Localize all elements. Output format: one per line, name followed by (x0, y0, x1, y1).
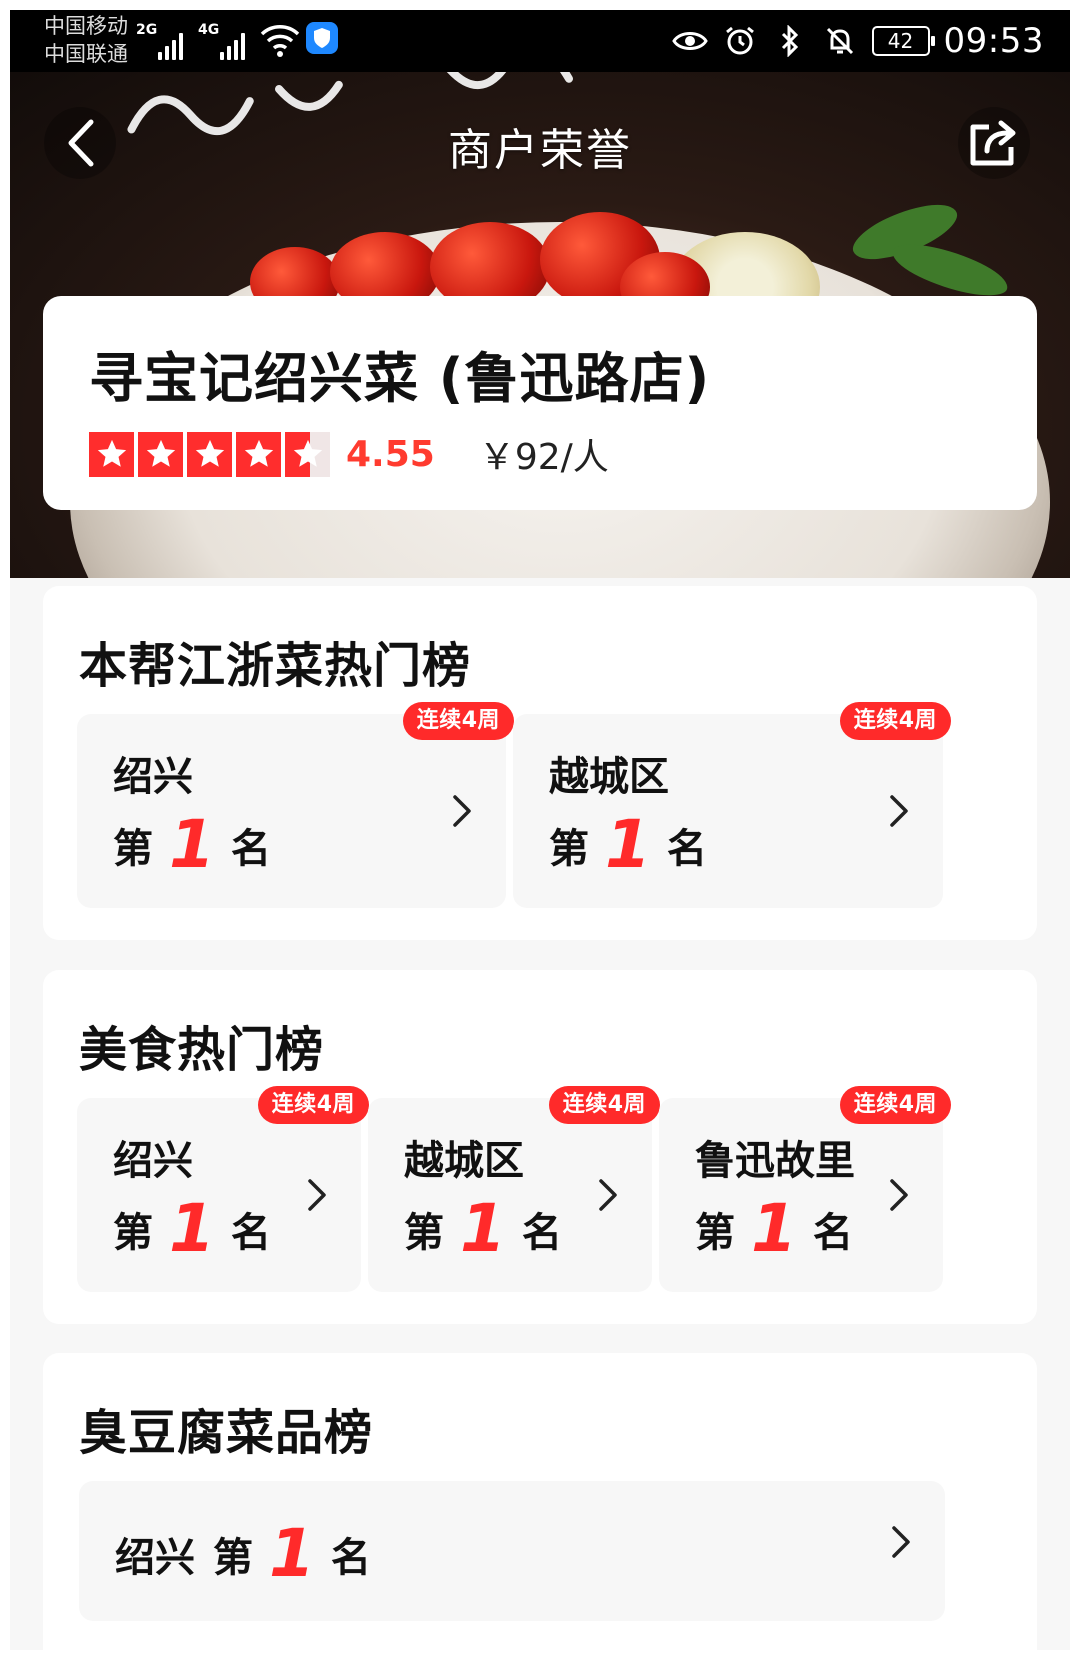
streak-badge: 连续4周 (548, 1086, 660, 1124)
rank-number: 1 (605, 806, 651, 883)
bluetooth-icon (772, 23, 808, 59)
eye-icon (671, 23, 708, 59)
rank-tile[interactable]: 连续4周 绍兴 第 1 名 (77, 1086, 369, 1292)
alarm-icon (722, 23, 758, 59)
rank-line: 第 1 名 (404, 1190, 562, 1267)
rank-tile[interactable]: 绍兴 第 1 名 (79, 1481, 945, 1621)
status-bar: 中国移动 中国联通 2G 4G 42 09:53 (10, 10, 1070, 72)
carrier-1: 中国移动 (44, 14, 128, 38)
streak-badge: 连续4周 (839, 1086, 951, 1124)
section-title: 臭豆腐菜品榜 (79, 1405, 374, 1461)
chevron-right-icon (892, 1526, 910, 1558)
rank-tile[interactable]: 连续4周 越城区 第 1 名 (368, 1086, 660, 1292)
rank-area: 绍兴 (113, 1138, 193, 1184)
price-per-person: ￥92/人 (478, 437, 609, 478)
rank-area: 绍兴 (115, 1534, 195, 1581)
rating-row: 4.55 ￥92/人 (89, 431, 1037, 478)
rating-score: 4.55 (346, 433, 435, 475)
ranking-section: 臭豆腐菜品榜 绍兴 第 1 名 (43, 1353, 1037, 1650)
section-title: 本帮江浙菜热门榜 (79, 638, 472, 694)
half-star-icon (285, 431, 330, 477)
status-right: 42 09:53 (671, 18, 1044, 64)
share-button[interactable] (958, 107, 1030, 179)
ranking-section: 本帮江浙菜热门榜 连续4周 绍兴 第 1 名 连续4周 越城区 第 1 名 (43, 586, 1037, 940)
rank-area: 鲁迅故里 (695, 1138, 855, 1184)
chevron-right-icon (599, 1179, 617, 1211)
battery-indicator: 42 (871, 26, 935, 56)
chevron-right-icon (890, 795, 908, 827)
rank-area: 越城区 (404, 1138, 524, 1184)
share-icon (970, 120, 1016, 166)
rank-number: 1 (751, 1190, 797, 1267)
ranking-section: 美食热门榜 连续4周 绍兴 第 1 名 连续4周 越城区 第 1 名 连续4周 … (43, 970, 1037, 1324)
star-icon (89, 431, 134, 477)
carrier-labels: 中国移动 中国联通 (44, 12, 128, 68)
rank-number: 1 (169, 1190, 215, 1267)
rank-tile[interactable]: 连续4周 鲁迅故里 第 1 名 (659, 1086, 951, 1292)
clock: 09:53 (943, 21, 1044, 61)
streak-badge: 连续4周 (402, 702, 514, 740)
star-icon (138, 431, 183, 477)
chevron-right-icon (453, 795, 471, 827)
security-app-icon (306, 22, 338, 54)
signal-sim1-icon: 2G (136, 22, 192, 62)
page-title: 商户荣誉 (448, 125, 632, 176)
section-title: 美食热门榜 (79, 1022, 325, 1078)
rank-line: 第 1 名 (113, 1190, 271, 1267)
rank-area: 越城区 (549, 754, 669, 800)
streak-badge: 连续4周 (839, 702, 951, 740)
rank-line: 绍兴 第 1 名 (115, 1515, 371, 1592)
wifi-icon (260, 22, 300, 62)
chevron-right-icon (308, 1179, 326, 1211)
star-rating (89, 431, 330, 477)
star-icon (187, 431, 232, 477)
shop-name: 寻宝记绍兴菜 (鲁迅路店) (89, 347, 711, 410)
rank-line: 第 1 名 (549, 806, 707, 883)
sim2-network: 4G (198, 22, 220, 38)
rank-area: 绍兴 (113, 754, 193, 800)
rank-line: 第 1 名 (695, 1190, 853, 1267)
shop-info-card: 寻宝记绍兴菜 (鲁迅路店) 4.55 ￥92/人 (43, 296, 1037, 510)
rank-tile[interactable]: 连续4周 越城区 第 1 名 (513, 702, 951, 908)
star-icon (236, 431, 281, 477)
rank-line: 第 1 名 (113, 806, 271, 883)
signal-sim2-icon: 4G (198, 22, 254, 62)
rank-number: 1 (269, 1515, 315, 1592)
rank-tile[interactable]: 连续4周 绍兴 第 1 名 (77, 702, 514, 908)
carrier-2: 中国联通 (44, 42, 128, 66)
rank-number: 1 (169, 806, 215, 883)
app-screen: 中国移动 中国联通 2G 4G 42 09:53 商户荣誉 寻宝记绍兴菜 (鲁迅… (10, 10, 1070, 1650)
mute-bell-icon (822, 23, 858, 59)
streak-badge: 连续4周 (257, 1086, 369, 1124)
sim1-network: 2G (136, 22, 158, 38)
chevron-right-icon (890, 1179, 908, 1211)
rank-number: 1 (460, 1190, 506, 1267)
